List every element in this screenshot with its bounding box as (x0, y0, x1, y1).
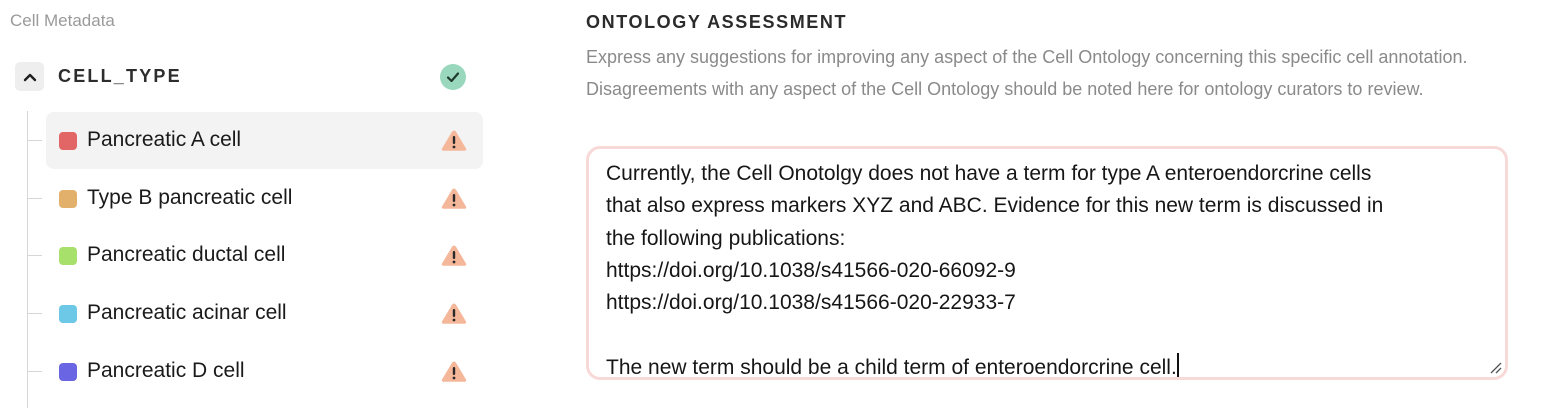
item-label: Type B pancreatic cell (87, 186, 293, 209)
text-line: Currently, the Cell Onotolgy does not ha… (606, 162, 1372, 185)
warning-icon (441, 303, 467, 324)
textarea-content[interactable]: Currently, the Cell Onotolgy does not ha… (606, 158, 1486, 379)
text-line-prefix: The new term should be a child term of (606, 355, 975, 379)
text-caret (1176, 352, 1179, 377)
item-label: Pancreatic A cell (87, 128, 242, 151)
color-swatch (59, 305, 77, 323)
color-swatch (59, 363, 77, 381)
warning-icon (441, 361, 467, 382)
tree-tick (28, 140, 42, 141)
panel-title: ONTOLOGY ASSESSMENT (586, 12, 848, 32)
section-heading: Cell Metadata (10, 11, 115, 30)
check-circle-icon (440, 64, 466, 90)
panel-description: Express any suggestions for improving an… (586, 47, 1468, 99)
group-title: CELL_TYPE (58, 66, 182, 86)
color-swatch (59, 190, 77, 208)
tree-tick (28, 313, 42, 314)
list-item-pancreatic-a-cell[interactable]: Pancreatic A cell (28, 112, 483, 169)
list-item-pancreatic-ductal-cell[interactable]: Pancreatic ductal cell (28, 227, 483, 284)
color-swatch (59, 247, 77, 265)
ontology-assessment-textarea[interactable]: Currently, the Cell Onotolgy does not ha… (586, 146, 1508, 380)
text-line: the following publications: (606, 226, 846, 250)
chevron-up-icon (23, 73, 36, 81)
text-line: https://doi.org/10.1038/s41566-020-66092… (606, 258, 1016, 282)
warning-icon (441, 245, 467, 266)
resize-handle-icon[interactable] (1488, 360, 1502, 374)
item-label: Pancreatic ductal cell (87, 243, 286, 266)
cell-type-group-header[interactable]: CELL_TYPE (15, 59, 475, 95)
item-label: Pancreatic acinar cell (87, 301, 287, 324)
list-item-type-b-pancreatic-cell[interactable]: Type B pancreatic cell (28, 170, 483, 227)
cell-metadata-sidebar: Cell Metadata CELL_TYPE Pancreatic A cel… (0, 0, 500, 408)
tree-tick (28, 371, 42, 372)
text-line-suffix: cell. (1133, 355, 1177, 379)
item-label: Pancreatic D cell (87, 359, 245, 382)
text-line: https://doi.org/10.1038/s41566-020-22933… (606, 291, 1016, 315)
collapse-button[interactable] (15, 62, 44, 91)
tree-connector (27, 111, 28, 408)
color-swatch (59, 132, 77, 150)
list-item-pancreatic-acinar-cell[interactable]: Pancreatic acinar cell (28, 285, 483, 342)
list-item-pancreatic-d-cell[interactable]: Pancreatic D cell (28, 343, 483, 400)
misspelled-word: enteroendorcrine (974, 355, 1134, 379)
tree-tick (28, 255, 42, 256)
warning-icon (441, 188, 467, 209)
warning-icon (441, 130, 467, 151)
ontology-assessment-panel: ONTOLOGY ASSESSMENT Express any suggesti… (586, 0, 1516, 408)
tree-tick (28, 198, 42, 199)
text-line: that also express markers XYZ and ABC. E… (606, 194, 1384, 218)
